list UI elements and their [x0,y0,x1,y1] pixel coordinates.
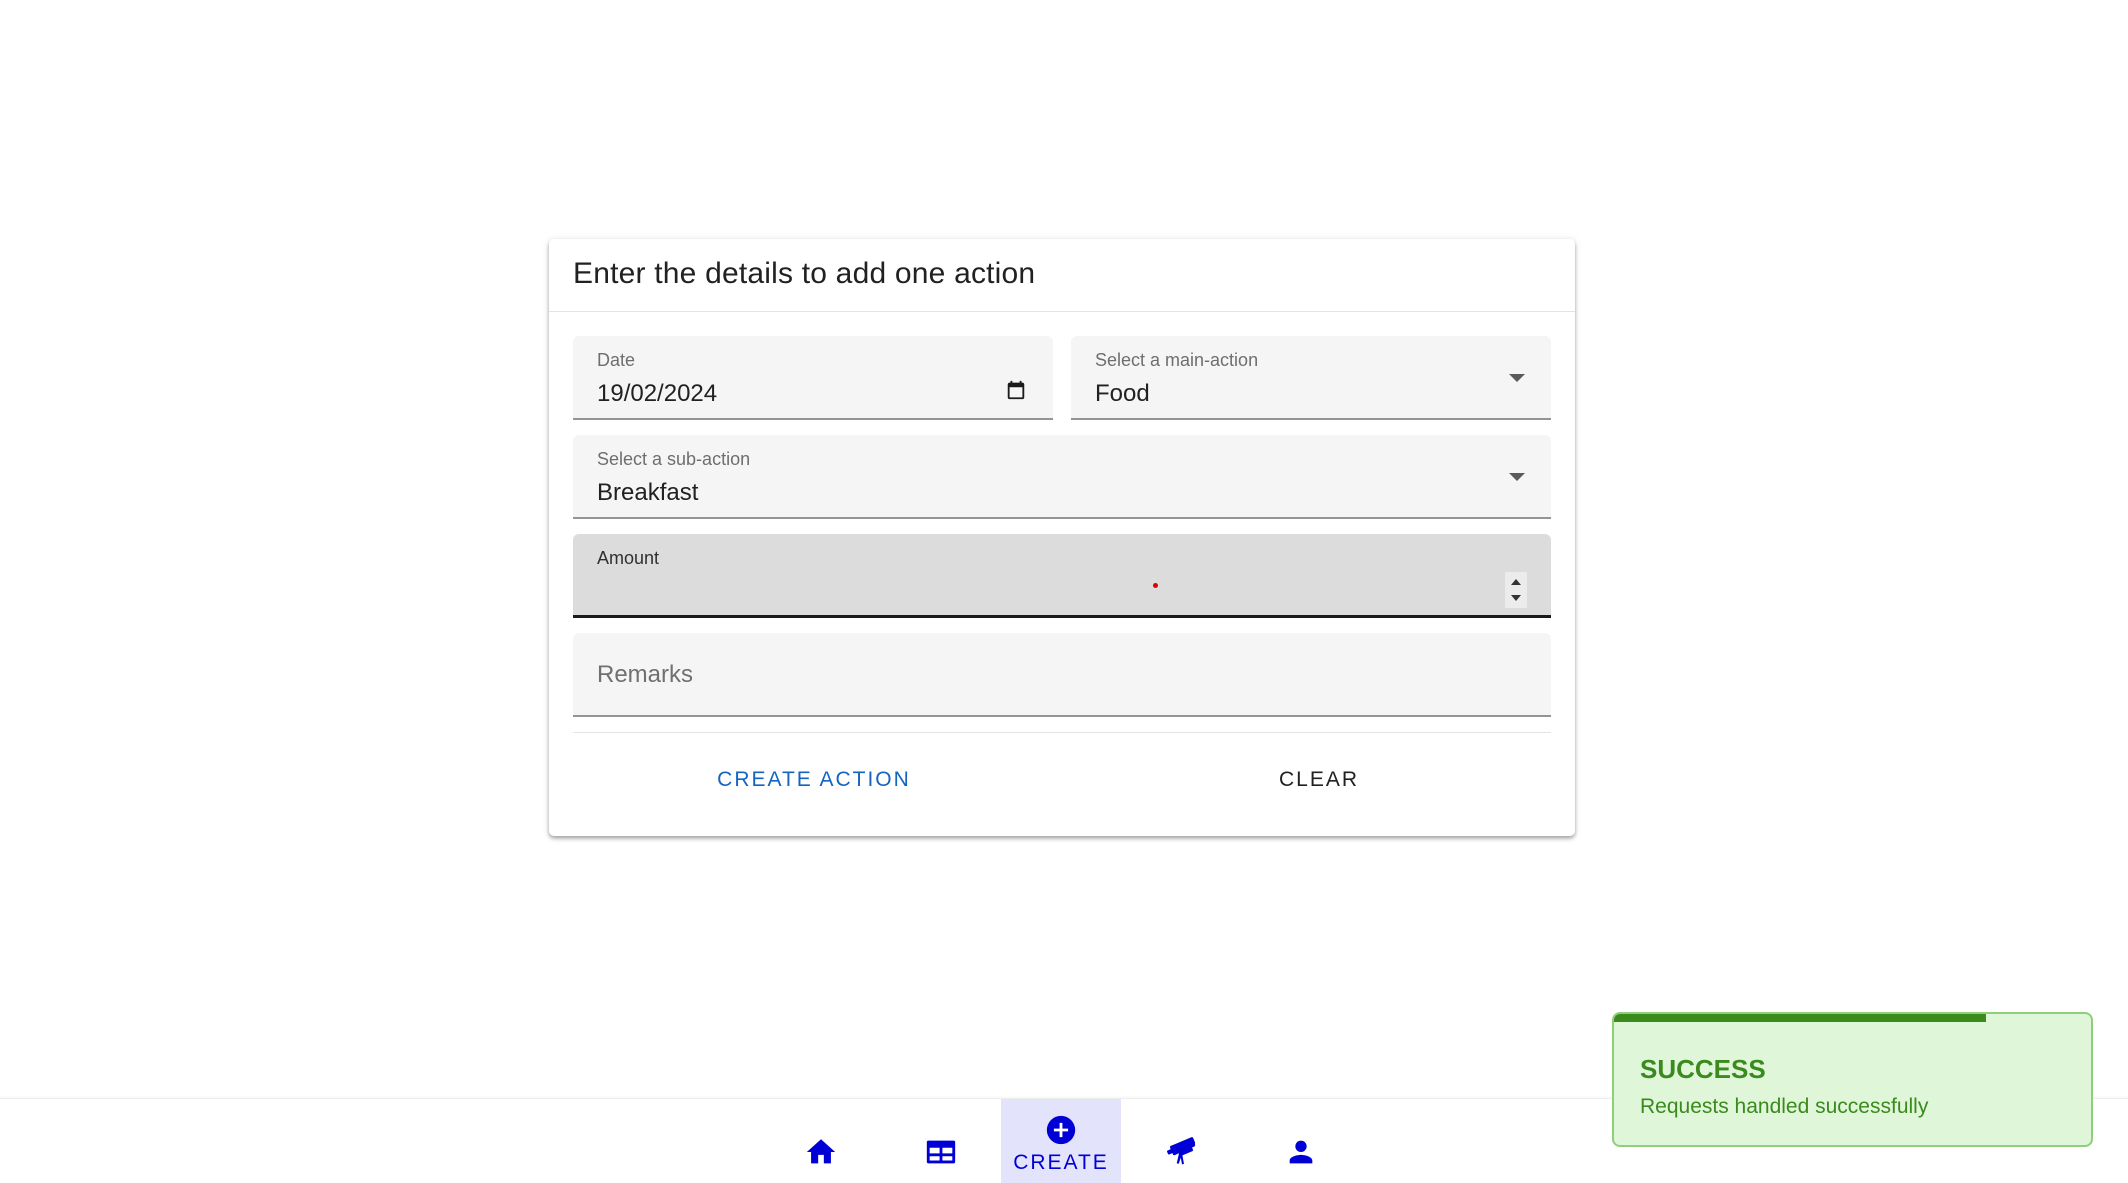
amount-stepper[interactable] [1505,572,1527,608]
toast-message: Requests handled successfully [1640,1095,1929,1118]
amount-label: Amount [597,548,660,568]
chevron-down-icon[interactable] [1509,374,1525,382]
nav-item-explore[interactable] [1121,1099,1241,1183]
table-icon [926,1140,956,1164]
nav-item-home[interactable] [761,1099,881,1183]
telescope-icon [1167,1137,1196,1165]
nav-item-profile[interactable] [1241,1099,1361,1183]
actions-divider [573,732,1551,733]
date-field[interactable]: Date 19/02/2024 [573,336,1053,420]
date-label: Date [597,350,636,370]
calendar-icon[interactable] [1005,379,1027,401]
main-action-label: Select a main-action [1095,350,1259,370]
sub-action-value: Breakfast [597,479,699,506]
main-action-value: Food [1095,380,1150,407]
home-icon [806,1139,836,1164]
date-value[interactable]: 19/02/2024 [597,380,717,408]
stepper-up-icon[interactable] [1511,579,1521,585]
add-circle-icon [1046,1115,1076,1145]
amount-field[interactable]: Amount [573,534,1551,618]
success-toast[interactable]: SUCCESS Requests handled successfully [1612,1012,2093,1147]
nav-item-table[interactable] [881,1099,1001,1183]
person-icon [1289,1140,1313,1164]
remarks-placeholder: Remarks [597,661,694,688]
main-action-select[interactable]: Select a main-action Food [1071,336,1551,420]
create-action-button[interactable]: CREATE ACTION [699,757,929,803]
sub-action-label: Select a sub-action [597,449,751,469]
card-title: Enter the details to add one action [573,257,1036,290]
stepper-down-icon[interactable] [1511,595,1521,601]
remarks-field[interactable]: Remarks [573,633,1551,717]
nav-create-label: CREATE [1013,1151,1109,1174]
toast-progress-bar [1614,1014,1987,1022]
nav-item-create[interactable]: CREATE [1001,1099,1121,1183]
sub-action-select[interactable]: Select a sub-action Breakfast [573,435,1551,519]
cursor-dot [1153,583,1158,588]
clear-button[interactable]: CLEAR [1254,757,1384,803]
title-divider [549,311,1575,312]
toast-title: SUCCESS [1640,1054,1766,1084]
add-action-card: Enter the details to add one action Date… [549,239,1575,836]
chevron-down-icon[interactable] [1509,473,1525,481]
